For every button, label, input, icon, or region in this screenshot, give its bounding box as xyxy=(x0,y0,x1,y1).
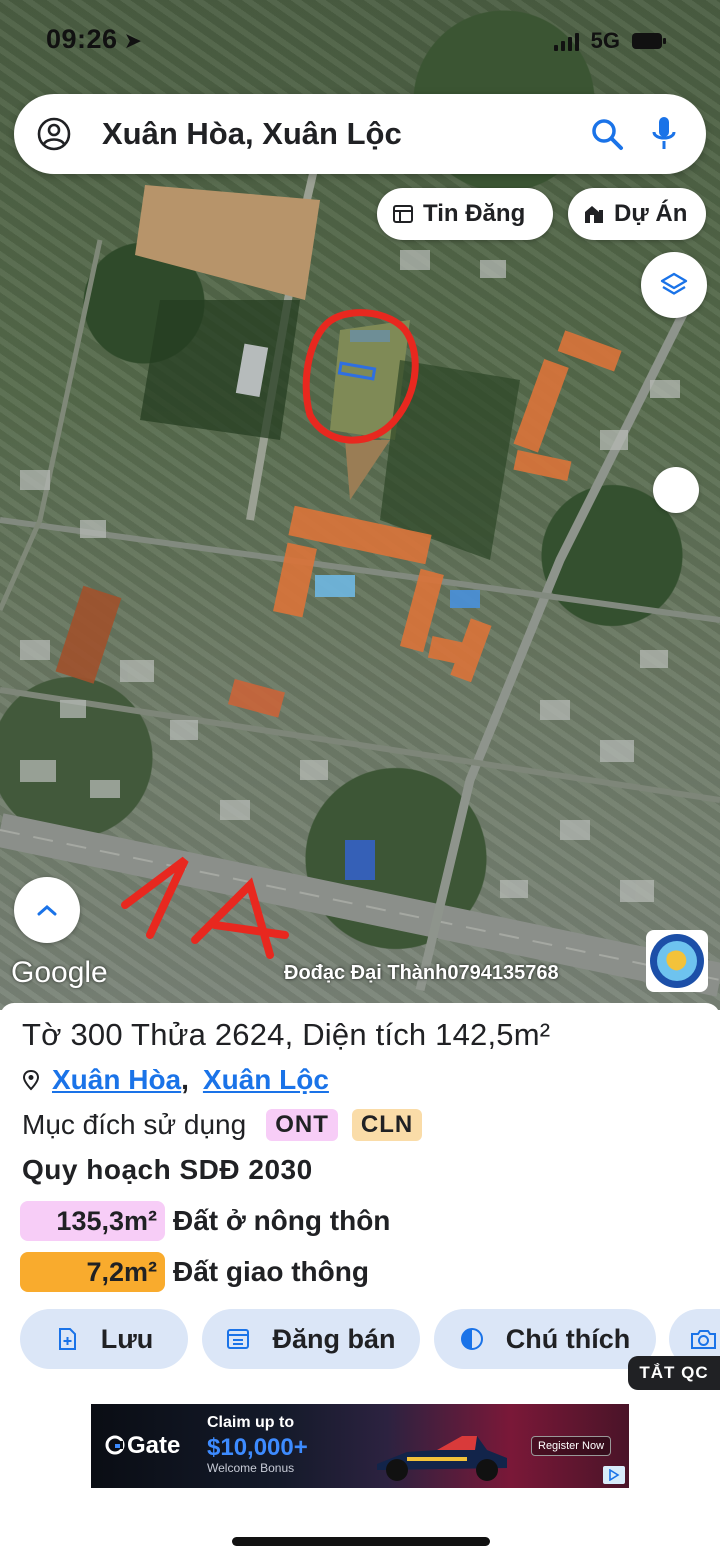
microphone-icon[interactable] xyxy=(650,115,678,153)
ad-choices-icon[interactable] xyxy=(603,1466,625,1484)
expand-up-button[interactable] xyxy=(14,877,80,943)
planning-area: 7,2m² xyxy=(20,1252,165,1292)
planning-row-residential: 135,3m² Đất ở nông thôn xyxy=(20,1201,390,1241)
ad-register-button[interactable]: Register Now xyxy=(531,1436,612,1456)
clock-label: 09:26 xyxy=(46,24,118,54)
ad-banner[interactable]: Gate Claim up to $10,000+ Welcome Bonus … xyxy=(91,1404,629,1488)
parcel-location: Xuân Hòa, Xuân Lộc xyxy=(22,1064,329,1096)
location-pin-icon xyxy=(22,1069,40,1091)
race-car-image xyxy=(377,1436,507,1481)
camera-icon xyxy=(691,1330,716,1349)
add-file-icon xyxy=(58,1328,76,1350)
google-attribution: Google xyxy=(11,956,108,989)
location-separator: , xyxy=(181,1064,189,1095)
home-indicator[interactable] xyxy=(232,1537,490,1546)
ad-off-button[interactable]: TẮT QC xyxy=(628,1356,720,1390)
purpose-label: Mục đích sử dụng xyxy=(22,1109,247,1140)
legend-button[interactable]: Chú thích xyxy=(434,1309,656,1369)
planning-title: Quy hoạch SDĐ 2030 xyxy=(22,1154,313,1185)
battery-icon xyxy=(632,33,666,49)
status-indicators: 5G xyxy=(553,28,666,54)
land-use-purpose: Mục đích sử dụng ONT CLN xyxy=(22,1109,423,1141)
ad-brand-label: Gate xyxy=(127,1432,181,1459)
legend-label: Chú thích xyxy=(505,1323,631,1354)
account-icon[interactable] xyxy=(36,116,72,152)
signal-icon xyxy=(553,31,579,51)
post-sale-label: Đăng bán xyxy=(272,1323,396,1354)
location-arrow-icon: ➤ xyxy=(123,28,143,53)
ad-line3: Welcome Bonus xyxy=(207,1461,295,1475)
calendar-list-icon xyxy=(227,1329,250,1349)
chip-tin-dang-label: Tin Đăng xyxy=(423,200,526,227)
planning-area: 135,3m² xyxy=(20,1201,165,1241)
map-watermark: Đođạc Đại Thành0794135768 xyxy=(284,962,559,984)
post-sale-button[interactable]: Đăng bán xyxy=(202,1309,420,1369)
dai-thanh-seal-logo xyxy=(646,930,708,992)
chip-du-an-label: Dự Án xyxy=(614,200,688,227)
ad-brand: Gate xyxy=(105,1432,180,1460)
purpose-badge-cln: CLN xyxy=(351,1109,423,1141)
status-time: 09:26 ➤ xyxy=(46,24,143,55)
map-location-dot[interactable] xyxy=(653,467,699,513)
chip-du-an[interactable]: Dự Án xyxy=(568,188,706,240)
gate-logo-icon xyxy=(105,1435,125,1455)
purpose-badge-ont: ONT xyxy=(266,1109,338,1141)
planning-label: Đất ở nông thôn xyxy=(173,1205,391,1236)
building-icon xyxy=(585,206,603,223)
planning-label: Đất giao thông xyxy=(173,1256,369,1287)
district-link[interactable]: Xuân Lộc xyxy=(203,1064,329,1096)
save-label: Lưu xyxy=(100,1323,154,1354)
contrast-icon xyxy=(460,1328,483,1350)
search-icon[interactable] xyxy=(590,117,624,151)
network-label: 5G xyxy=(590,28,620,53)
search-bar[interactable]: Xuân Hòa, Xuân Lộc xyxy=(14,94,706,174)
ad-line2: $10,000+ xyxy=(207,1434,308,1461)
save-button[interactable]: Lưu xyxy=(20,1309,188,1369)
listing-icon xyxy=(393,205,413,223)
planning-row-traffic: 7,2m² Đất giao thông xyxy=(20,1252,369,1292)
ward-link[interactable]: Xuân Hòa xyxy=(52,1064,181,1096)
parcel-title: Tờ 300 Thửa 2624, Diện tích 142,5m² xyxy=(22,1017,551,1052)
search-query[interactable]: Xuân Hòa, Xuân Lộc xyxy=(102,116,590,152)
chip-tin-dang[interactable]: Tin Đăng xyxy=(377,188,553,240)
chevron-up-icon xyxy=(37,905,57,916)
layers-button[interactable] xyxy=(641,252,707,318)
layers-icon xyxy=(660,272,688,295)
ad-line1: Claim up to xyxy=(207,1414,295,1431)
